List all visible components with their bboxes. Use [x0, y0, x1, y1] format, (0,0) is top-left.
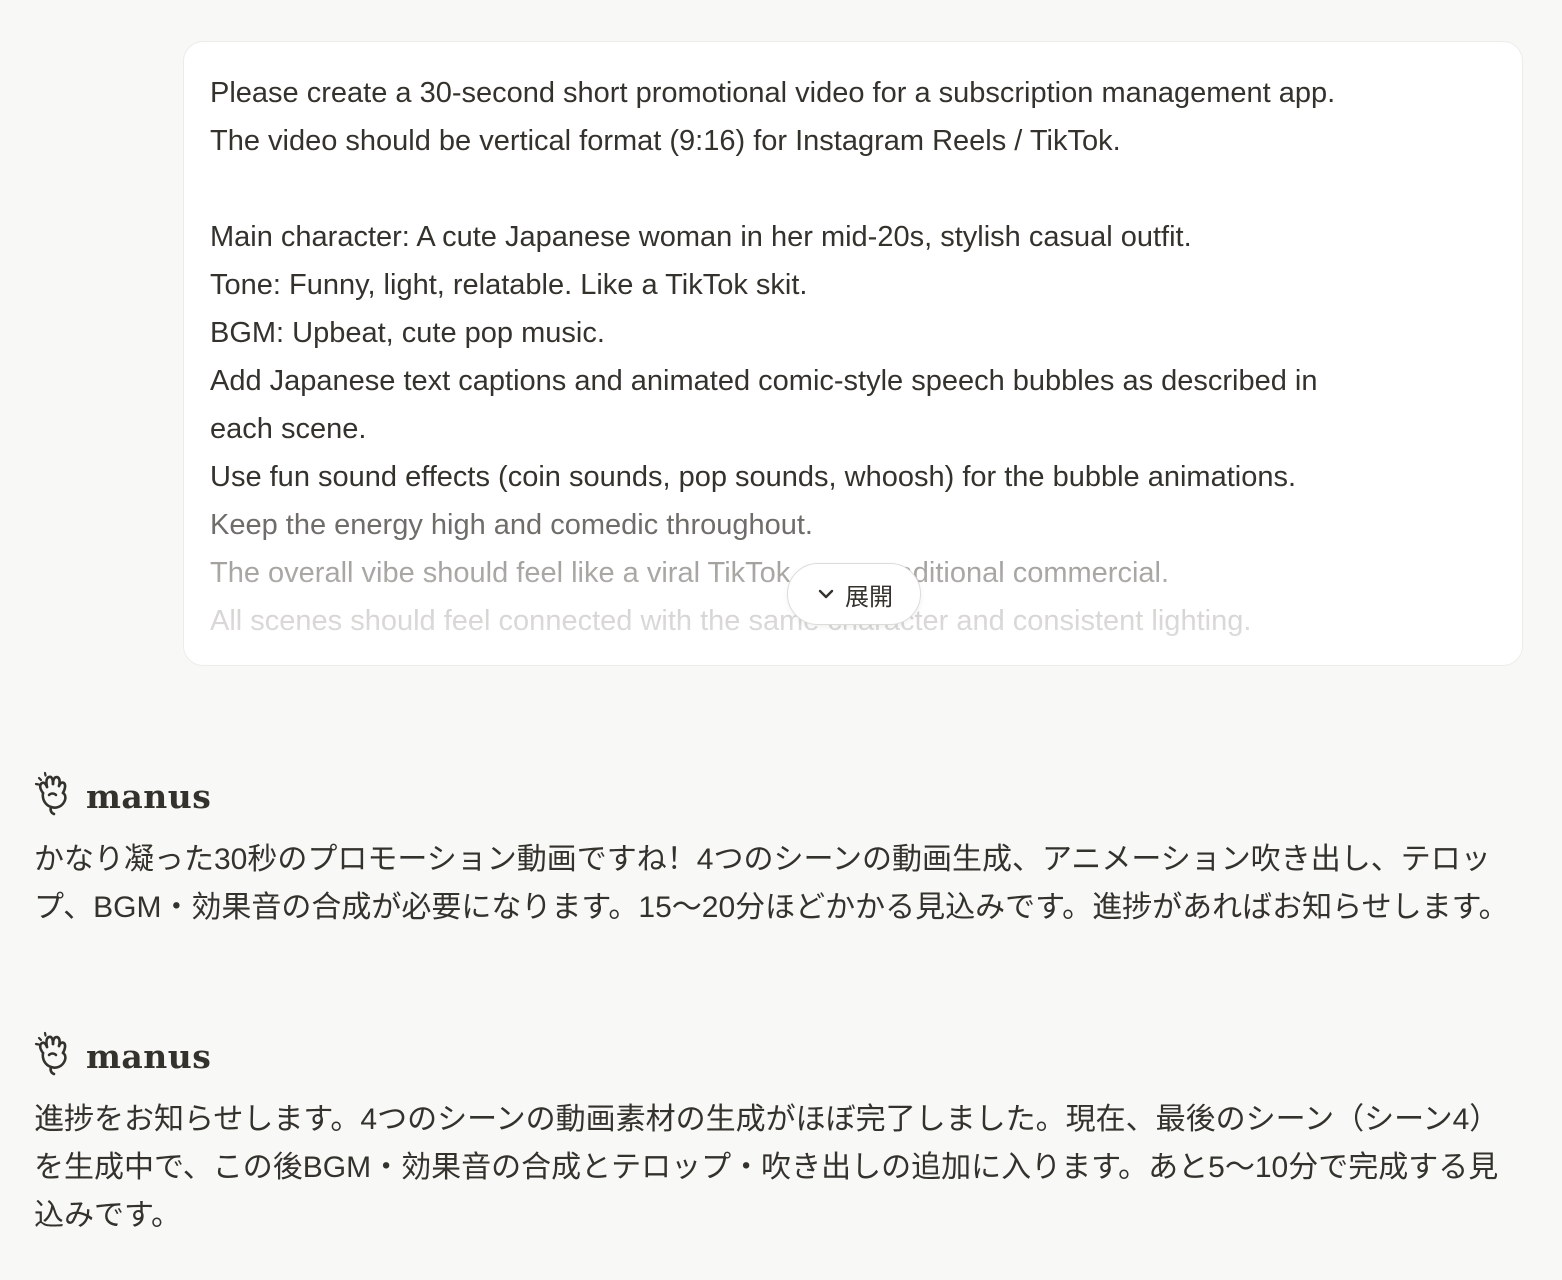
expand-button[interactable]: 展開 [787, 563, 921, 625]
user-message-line: Use fun sound effects (coin sounds, pop … [210, 461, 1297, 493]
expand-label: 展開 [845, 583, 893, 611]
user-message-line: each scene. [210, 413, 367, 445]
agent-header: manus [34, 1031, 1534, 1082]
agent-message: manus 進捗をお知らせします。4つのシーンの動画素材の生成がほぼ完了しました… [34, 1031, 1534, 1240]
user-message-line: Please create a 30-second short promotio… [210, 77, 1336, 109]
agent-message-text: 進捗をお知らせします。4つのシーンの動画素材の生成がほぼ完了しました。現在、最後… [34, 1103, 1500, 1232]
agent-message-text: かなり凝った30秒のプロモーション動画ですね！4つのシーンの動画生成、アニメーシ… [34, 843, 1509, 924]
user-message-line: BGM: Upbeat, cute pop music. [210, 317, 605, 349]
user-message-line: Main character: A cute Japanese woman in… [210, 221, 1192, 253]
user-message-text: Please create a 30-second short promotio… [210, 69, 1500, 645]
agent-name: manus [86, 1036, 212, 1076]
agent-header: manus [34, 771, 1534, 822]
agent-name: manus [86, 776, 212, 816]
chevron-down-icon [815, 583, 837, 605]
agent-message: manus かなり凝った30秒のプロモーション動画ですね！4つのシーンの動画生成… [34, 771, 1534, 932]
user-message-line: Tone: Funny, light, relatable. Like a Ti… [210, 269, 808, 301]
user-message-line: Keep the energy high and comedic through… [210, 509, 813, 541]
user-message-blank-line [210, 165, 1500, 213]
manus-hand-icon [34, 1031, 72, 1082]
manus-hand-icon [34, 771, 72, 822]
user-message-line: Add Japanese text captions and animated … [210, 365, 1318, 397]
user-message-line: The video should be vertical format (9:1… [210, 125, 1121, 157]
